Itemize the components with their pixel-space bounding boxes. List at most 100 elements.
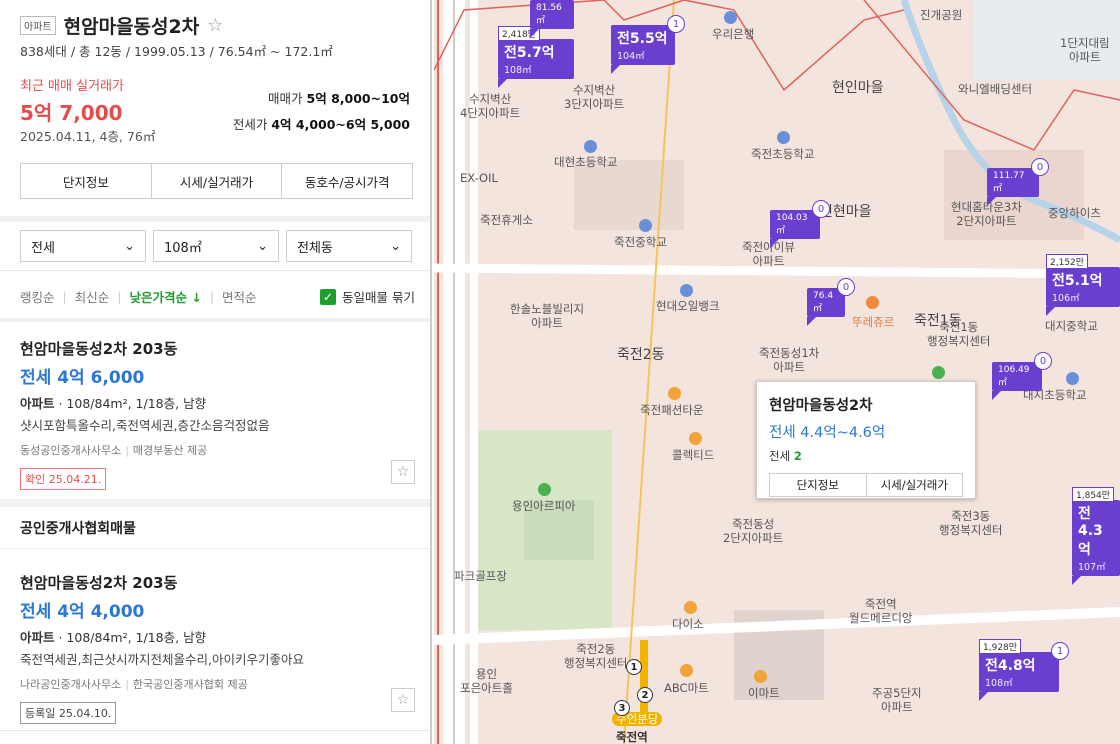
area-marker[interactable]: 0 111.77㎡ [987,158,1049,206]
map-view[interactable]: 현인마을 죽전2동 신현마을 죽전1동 수지벽산 4단지아파트 수지벽산 3단지… [434,0,1120,744]
map-label-school[interactable]: 죽전초등학교 [751,147,814,161]
school-icon[interactable] [584,140,597,153]
dong-select[interactable]: 전체동 ⌄ [286,230,412,262]
bank-icon[interactable] [724,11,737,24]
bakery-icon[interactable] [866,296,879,309]
complex-popup: 현암마을동성2차 전세 4.4억~4.6억 전세 2 단지정보 시세/실거래가 [756,381,976,499]
area-marker[interactable]: 0 104.03㎡ [770,200,830,248]
sort-low-price[interactable]: 낮은가격순 ↓ [129,287,201,306]
shop-icon[interactable] [689,432,702,445]
listing-item[interactable]: 현암마을동성2차 203동 전세 4억 6,000 아파트 · 108/84m²… [20,338,415,498]
map-label-gas-station[interactable]: 현대오일뱅크 [656,299,719,313]
tab-dong-ho[interactable]: 동호수/공시가격 [282,164,412,198]
checkbox-checked-icon[interactable]: ✓ [320,288,337,305]
map-label-park[interactable]: 파크골프장 [454,569,507,583]
map-label-apartment[interactable]: 중앙하이츠 [1048,206,1101,220]
map-label-apartment[interactable]: 1단지대림 아파트 [1060,36,1110,65]
price-marker[interactable]: 2,152만 전5.1억 106㎡ [1046,254,1120,316]
station-exit-number[interactable]: 1 [626,659,642,675]
area-marker[interactable]: 81.56㎡ [530,0,574,38]
school-icon[interactable] [777,131,790,144]
map-label-shop[interactable]: 죽전패션타운 [640,403,703,417]
tab-market-price[interactable]: 시세/실거래가 [152,164,283,198]
map-label-bank[interactable]: 우리은행 [712,27,754,41]
map-label-apartment[interactable]: 죽전아이뷰 아파트 [742,240,795,269]
school-icon[interactable] [1066,372,1079,385]
sort-latest[interactable]: 최신순 [75,287,110,306]
sort-area[interactable]: 면적순 [222,287,257,306]
park-icon[interactable] [538,483,551,496]
marker-size: 106.49㎡ [998,365,1030,388]
divider [0,216,430,222]
park-icon[interactable] [932,366,945,379]
school-icon[interactable] [639,219,652,232]
section-title: 공인중개사협회매물 [0,507,430,549]
map-label-shop[interactable]: 다이소 [672,617,704,631]
area-marker[interactable]: 0 106.49㎡ [992,352,1052,400]
complex-header: 아파트 현암마을동성2차 ☆ [20,12,223,39]
group-same-listings-label: 동일매물 묶기 [342,290,415,305]
map-label-venue[interactable]: 용인 포은아트홀 [460,667,513,696]
marker-price: 전5.7억 [504,45,555,61]
price-marker[interactable]: 2,418만 전5.7억 108㎡ [498,26,574,88]
map-label-school[interactable]: 대현초등학교 [554,155,617,169]
map-label-office[interactable]: 죽전1동 행정복지센터 [927,320,990,349]
station-exit-number[interactable]: 3 [614,700,630,716]
popup-complex-info-button[interactable]: 단지정보 [770,474,867,496]
area-select[interactable]: 108㎡ ⌄ [153,230,279,262]
map-label-apartment[interactable]: 죽전동성 2단지아파트 [723,517,783,546]
popup-market-price-button[interactable]: 시세/실거래가 [867,474,963,496]
marker-size: 106㎡ [1052,293,1080,304]
price-marker[interactable]: 1,928만 1 전4.8억 108㎡ [979,639,1069,701]
map-label-apartment[interactable]: 수지벽산 4단지아파트 [460,92,520,121]
favorite-star-icon[interactable]: ☆ [391,688,415,712]
listing-spec: · 108/84m², 1/18층, 남향 [54,630,207,645]
jeonse-price-value: 4억 4,000~6억 5,000 [271,117,410,132]
favorite-star-icon[interactable]: ☆ [391,460,415,484]
map-label-school[interactable]: 대지중학교 [1045,319,1098,333]
map-label-shop[interactable]: 이마트 [748,686,780,700]
shop-icon[interactable] [680,664,693,677]
agency-name: 나라공인중개사사무소 [20,678,122,691]
map-label-apartment[interactable]: 죽전역 월드메르디앙 [849,597,912,626]
price-marker[interactable]: 1 전5.5억 104㎡ [611,15,685,74]
favorite-star-icon[interactable]: ☆ [207,15,223,36]
map-label-gas-station[interactable]: EX-OIL [460,171,498,185]
listing-detail: 아파트 · 108/84m², 1/18층, 남향 [20,627,415,646]
trade-type-value: 전세 [31,240,55,256]
sort-ranking[interactable]: 랭킹순 [20,287,55,306]
map-label-park[interactable]: 용인아르피아 [512,499,575,513]
map-label-apartment[interactable]: 죽전동성1차 아파트 [759,346,819,375]
map-label-apartment[interactable]: 수지벽산 3단지아파트 [564,83,624,112]
map-label-office[interactable]: 죽전2동 행정복지센터 [564,642,627,671]
complex-name: 현암마을동성2차 [63,16,200,38]
jeonse-price-range: 전세가 4억 4,000~6억 5,000 [233,114,410,133]
jeonse-price-label: 전세가 [232,117,268,132]
map-label-apartment[interactable]: 한솔노블빌리지 아파트 [510,302,584,331]
shop-icon[interactable] [754,670,767,683]
gas-station-icon[interactable] [680,284,693,297]
map-label-shop[interactable]: 콜렉티드 [672,448,714,462]
marker-price: 전5.1억 [1052,273,1103,289]
listing-item[interactable]: 현암마을동성2차 203동 전세 4억 4,000 아파트 · 108/84m²… [20,572,415,732]
tab-complex-info[interactable]: 단지정보 [21,164,152,198]
listing-count: 0 [1034,352,1052,370]
map-label-school[interactable]: 죽전중학교 [614,235,667,249]
map-label-rest-area[interactable]: 죽전휴게소 [480,213,533,227]
trade-type-select[interactable]: 전세 ⌄ [20,230,146,262]
map-label-venue[interactable]: 와니엘배딩센터 [958,82,1032,96]
area-marker[interactable]: 0 76.4㎡ [807,278,855,326]
shop-icon[interactable] [684,601,697,614]
map-label-shop[interactable]: ABC마트 [664,681,709,695]
listing-feature: 샷시포함특올수리,죽전역세권,층간소음걱정없음 [20,418,270,433]
map-label-office[interactable]: 죽전3동 행정복지센터 [939,509,1002,538]
shop-icon[interactable] [668,387,681,400]
recent-trade-detail: 2025.04.11, 4층, 76㎡ [20,129,156,144]
price-marker[interactable]: 1,854만 전4.3억 107㎡ [1072,487,1120,585]
map-label-station[interactable]: 죽전역 [616,730,648,744]
station-exit-number[interactable]: 2 [637,687,653,703]
group-same-listings-toggle[interactable]: ✓ 동일매물 묶기 [320,287,415,306]
map-label-park[interactable]: 진개공원 [920,8,962,22]
map-label-bakery[interactable]: 뚜레쥬르 [852,315,894,329]
map-label-apartment[interactable]: 주공5단지 아파트 [872,686,922,715]
